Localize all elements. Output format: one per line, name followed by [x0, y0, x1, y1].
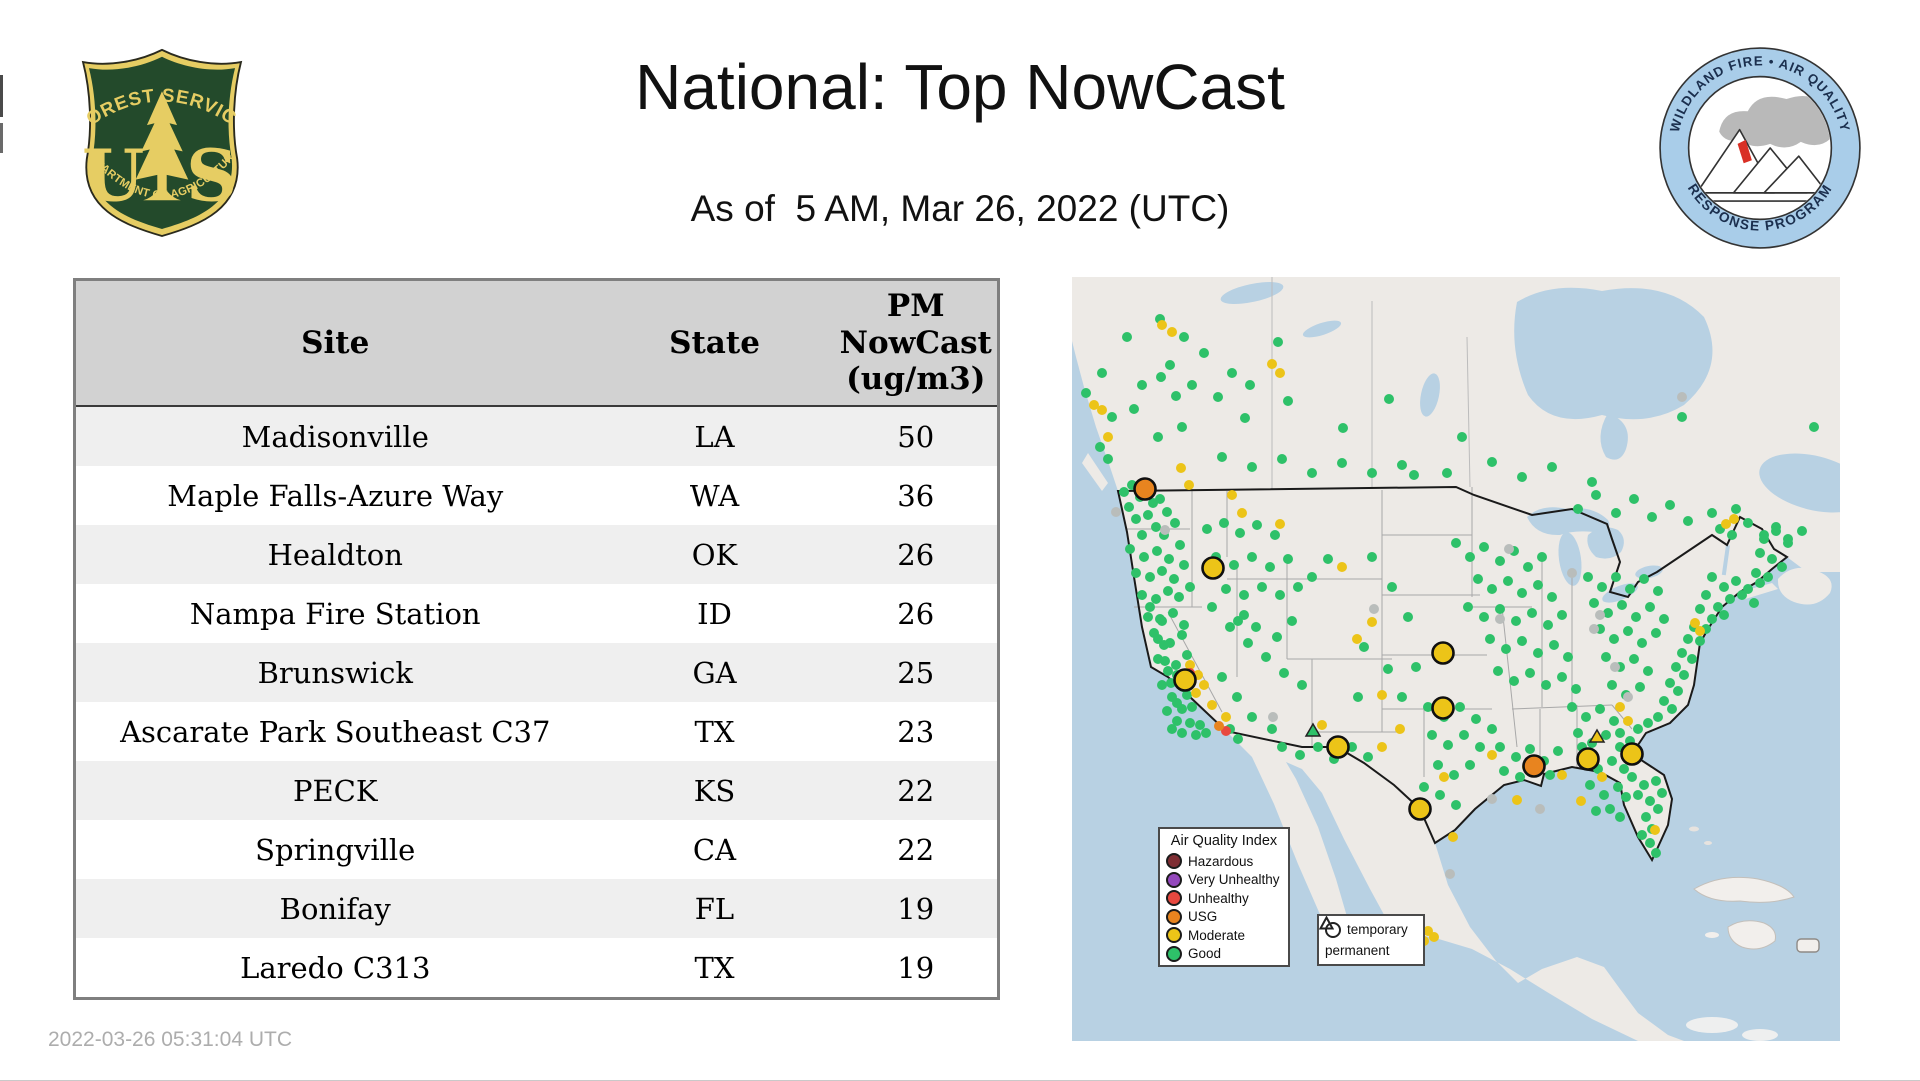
- marker-type-legend: temporary permanent: [1317, 914, 1425, 966]
- value-cell: 36: [897, 478, 935, 513]
- render-timestamp: 2022-03-26 05:31:04 UTC: [48, 1028, 292, 1051]
- legend-item: Very Unhealthy: [1166, 871, 1282, 890]
- bahamas: [1704, 841, 1712, 845]
- value-cell: 26: [897, 596, 935, 631]
- permanent-monitor-icon: [1319, 916, 1334, 930]
- site-cell: Bonifay: [74, 879, 595, 938]
- legend-label: Hazardous: [1188, 853, 1254, 869]
- value-cell: 22: [897, 832, 935, 867]
- value-cell: 50: [834, 406, 999, 466]
- header-site: Site: [74, 279, 595, 407]
- cloud: [1686, 1017, 1738, 1033]
- puerto-rico: [1796, 938, 1820, 953]
- cloud: [1742, 1029, 1778, 1041]
- legend-label: Moderate: [1188, 927, 1246, 943]
- table-row: Springville CA 22: [75, 820, 999, 879]
- left-edge-artifact: [0, 123, 3, 153]
- site-cell: Springville: [255, 832, 416, 867]
- state-cell: TX: [694, 714, 735, 749]
- table-row: Healdton OK 26: [74, 525, 999, 584]
- state-cell: ID: [697, 596, 732, 631]
- site-cell: Maple Falls-Azure Way: [167, 478, 504, 513]
- jamaica: [1705, 932, 1719, 938]
- legend-item: USG: [1166, 908, 1282, 927]
- site-cell: Ascarate Park Southeast C37: [120, 714, 551, 749]
- legend-item: temporary: [1325, 919, 1417, 940]
- site-cell: Healdton: [74, 525, 595, 584]
- legend-label: Unhealthy: [1188, 890, 1249, 906]
- legend-label: USG: [1188, 909, 1218, 925]
- value-cell: 19: [897, 950, 935, 985]
- table-row: Maple Falls-Azure Way WA 36: [75, 466, 999, 525]
- state-cell: WA: [689, 478, 740, 513]
- top-nowcast-table: Site State PM NowCast (ug/m3) Madisonvil…: [73, 278, 1000, 1000]
- legend-item: Hazardous: [1166, 852, 1282, 871]
- legend-item: Good: [1166, 945, 1282, 964]
- page-subtitle: As of 5 AM, Mar 26, 2022 (UTC): [690, 188, 1230, 229]
- value-cell: 23: [897, 714, 935, 749]
- table-row: Laredo C313 TX 19: [75, 938, 999, 999]
- state-cell: GA: [594, 643, 835, 702]
- good-swatch-icon: [1166, 945, 1182, 962]
- value-cell: 25: [834, 643, 999, 702]
- value-cell: 22: [834, 761, 999, 820]
- aqi-legend: Air Quality Index Hazardous Very Unhealt…: [1158, 827, 1290, 967]
- site-cell: Brunswick: [74, 643, 595, 702]
- legend-item: permanent: [1319, 916, 1417, 961]
- table-row: Brunswick GA 25: [74, 643, 999, 702]
- state-cell: TX: [694, 950, 735, 985]
- legend-label: Very Unhealthy: [1188, 872, 1280, 888]
- table-row: Bonifay FL 19: [74, 879, 999, 938]
- site-cell: PECK: [74, 761, 595, 820]
- value-cell: 26: [834, 525, 999, 584]
- legend-label: temporary: [1347, 922, 1408, 937]
- site-cell: Laredo C313: [240, 950, 431, 985]
- monitor-map: Air Quality Index Hazardous Very Unhealt…: [1072, 277, 1840, 1041]
- legend-item: Moderate: [1166, 926, 1282, 945]
- table-row: Madisonville LA 50: [74, 406, 999, 466]
- aqi-legend-title: Air Quality Index: [1170, 833, 1278, 849]
- bahamas: [1689, 826, 1699, 832]
- legend-item: Unhealthy: [1166, 889, 1282, 908]
- state-cell: KS: [594, 761, 835, 820]
- usg-swatch-icon: [1166, 908, 1182, 925]
- state-cell: CA: [692, 832, 737, 867]
- page-title: National: Top NowCast: [635, 51, 1285, 123]
- table-row: Ascarate Park Southeast C37 TX 23: [75, 702, 999, 761]
- value-cell: 19: [834, 879, 999, 938]
- legend-label: permanent: [1325, 943, 1390, 958]
- site-cell: Madisonville: [74, 406, 595, 466]
- moderate-swatch-icon: [1166, 927, 1182, 944]
- table-row: Nampa Fire Station ID 26: [75, 584, 999, 643]
- state-cell: OK: [594, 525, 835, 584]
- very-unhealthy-swatch-icon: [1166, 871, 1182, 888]
- site-cell: Nampa Fire Station: [189, 596, 481, 631]
- legend-label: Good: [1188, 946, 1222, 962]
- header-pm-nowcast: PM NowCast (ug/m3): [834, 279, 999, 407]
- header-state: State: [594, 279, 835, 407]
- unhealthy-swatch-icon: [1166, 890, 1182, 907]
- hazardous-swatch-icon: [1166, 853, 1182, 870]
- state-cell: LA: [594, 406, 835, 466]
- table-row: PECK KS 22: [74, 761, 999, 820]
- table-header-row: Site State PM NowCast (ug/m3): [74, 279, 999, 407]
- state-cell: FL: [594, 879, 835, 938]
- report-page: FOREST SERVICE DEPARTMENT OF AGRICULTURE…: [0, 0, 1920, 1081]
